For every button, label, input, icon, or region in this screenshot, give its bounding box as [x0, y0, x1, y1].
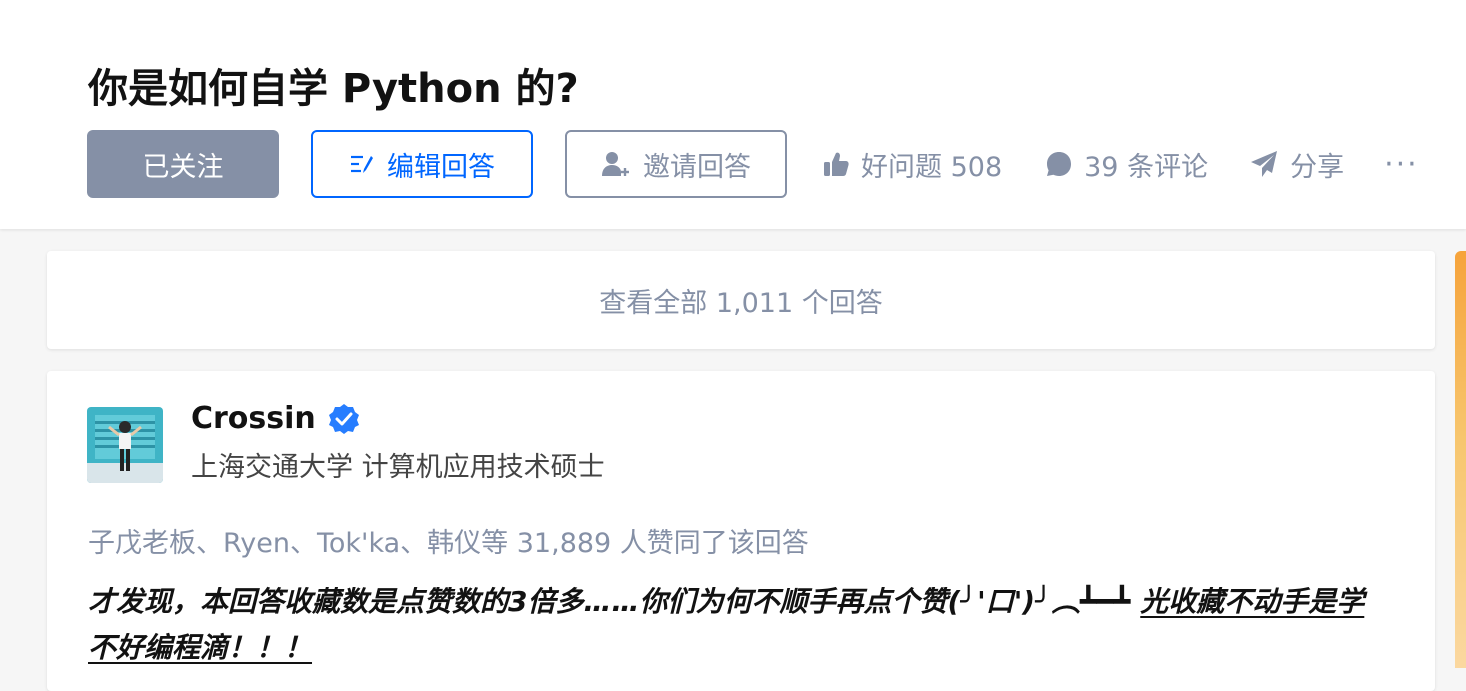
avatar[interactable] — [87, 407, 163, 483]
comments-button[interactable]: 39 条评论 — [1046, 145, 1208, 184]
question-header: 你是如何自学 Python 的? 已关注 编辑回答 邀请回答 好问题 508 3… — [0, 0, 1466, 229]
paper-plane-icon — [1250, 150, 1278, 178]
verified-badge-icon — [328, 403, 360, 435]
edit-icon — [349, 153, 375, 175]
followed-button-label: 已关注 — [142, 151, 224, 183]
comments-label: 39 条评论 — [1084, 151, 1209, 183]
edit-answer-label: 编辑回答 — [387, 151, 495, 183]
view-all-answers-button[interactable]: 查看全部 1,011 个回答 — [47, 251, 1435, 349]
voters-summary[interactable]: 子戊老板、Ryen、Tok'ka、韩仪等 31,889 人赞同了该回答 — [88, 521, 809, 560]
thumbs-up-icon — [823, 151, 849, 177]
share-label: 分享 — [1290, 151, 1345, 183]
answer-text: 才发现，本回答收藏数是点赞数的3倍多……你们为何不顺手再点个赞(╯'口')╯︵┻… — [88, 585, 1141, 618]
answer-content: 才发现，本回答收藏数是点赞数的3倍多……你们为何不顺手再点个赞(╯'口')╯︵┻… — [88, 579, 1388, 671]
question-actions: 已关注 编辑回答 邀请回答 好问题 508 39 条评论 分享 ··· — [87, 130, 1419, 198]
author-bio: 上海交通大学 计算机应用技术硕士 — [191, 452, 605, 483]
side-banner-edge — [1455, 251, 1466, 668]
followed-button[interactable]: 已关注 — [87, 130, 279, 198]
more-button[interactable]: ··· — [1384, 147, 1419, 182]
good-question-label: 好问题 508 — [861, 151, 1003, 183]
question-title: 你是如何自学 Python 的? — [88, 65, 579, 112]
share-button[interactable]: 分享 — [1250, 145, 1344, 184]
answer-card: Crossin 上海交通大学 计算机应用技术硕士 子戊老板、Ryen、Tok'k… — [47, 371, 1435, 691]
edit-answer-button[interactable]: 编辑回答 — [311, 130, 533, 198]
invite-answer-button[interactable]: 邀请回答 — [565, 130, 787, 198]
author-name[interactable]: Crossin — [191, 401, 360, 436]
invite-answer-label: 邀请回答 — [643, 151, 751, 183]
good-question-button[interactable]: 好问题 508 — [823, 145, 1002, 184]
invite-user-icon — [601, 150, 631, 178]
author-name-text: Crossin — [191, 401, 316, 436]
view-all-answers-label: 查看全部 1,011 个回答 — [599, 287, 883, 319]
comment-icon — [1046, 151, 1072, 177]
more-icon: ··· — [1384, 146, 1419, 182]
